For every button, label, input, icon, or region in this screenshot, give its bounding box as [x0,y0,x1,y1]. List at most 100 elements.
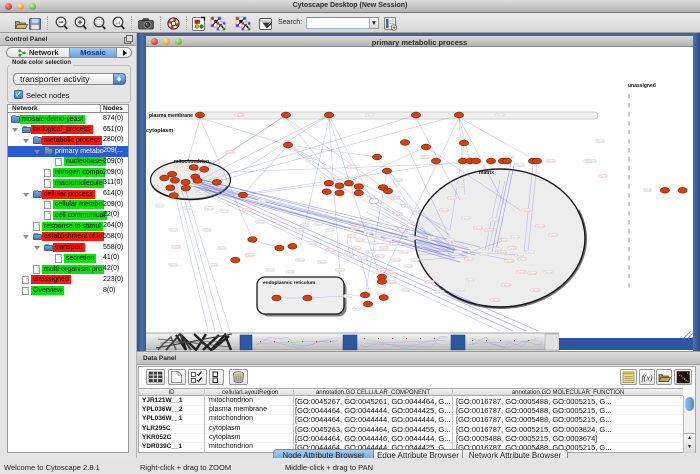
svg-text:Yxx-xx: Yxx-xx [412,208,420,212]
svg-text:Yxx-xx: Yxx-xx [391,196,399,200]
svg-text:Yxx-xx: Yxx-xx [336,268,344,272]
svg-text:Yxx-xx: Yxx-xx [596,139,604,143]
svg-text:Yxx-xx: Yxx-xx [515,253,523,257]
svg-text:Yxx-xx: Yxx-xx [197,191,205,195]
svg-text:Yxx-xx: Yxx-xx [466,278,474,282]
svg-text:Yxx-xx: Yxx-xx [522,208,530,212]
svg-text:Yxx-xx: Yxx-xx [326,248,334,252]
svg-text:f(x): f(x) [641,374,652,383]
svg-text:Yxx-xx: Yxx-xx [348,165,356,169]
svg-text:Yxx-xx: Yxx-xx [505,259,513,263]
svg-text:Yxx-xx: Yxx-xx [462,216,470,220]
svg-text:Yxx-xx: Yxx-xx [205,206,213,210]
svg-text:Yxx-xx: Yxx-xx [490,218,498,222]
svg-text:Yxx-xx: Yxx-xx [314,222,322,226]
svg-text:Yxx-xx: Yxx-xx [518,257,526,261]
svg-text:Yxx-xx: Yxx-xx [485,228,493,232]
svg-text:Yxx-xx: Yxx-xx [184,206,192,210]
svg-text:Yxx-xx: Yxx-xx [421,155,429,159]
svg-text:Yxx-xx: Yxx-xx [380,246,388,250]
svg-text:Yxx-xx: Yxx-xx [426,280,434,284]
svg-text:Yxx-xx: Yxx-xx [400,250,408,254]
svg-text:Yxx-xx: Yxx-xx [318,260,326,264]
svg-text:unassigned: unassigned [628,83,656,89]
svg-text:Yxx-xx: Yxx-xx [306,158,314,162]
svg-text:Yxx-xx: Yxx-xx [209,263,217,267]
svg-text:Yxx-xx: Yxx-xx [517,270,525,274]
svg-text:Yxx-xx: Yxx-xx [436,290,444,294]
svg-text:Yxx-xx: Yxx-xx [508,246,516,250]
svg-text:Yxx-xx: Yxx-xx [169,263,177,267]
svg-text:Yxx-xx: Yxx-xx [392,258,400,262]
svg-text:Yxx-xx: Yxx-xx [256,220,264,224]
svg-text:Yxx-xx: Yxx-xx [411,258,419,262]
svg-text:Yxx-xx: Yxx-xx [531,288,539,292]
svg-text:endoplasmic reticulum: endoplasmic reticulum [263,280,315,286]
svg-text:Yxx-xx: Yxx-xx [296,258,304,262]
svg-text:Yxx-xx: Yxx-xx [359,256,367,260]
svg-text:matrix: matrix [479,170,494,176]
svg-text:Yxx-xx: Yxx-xx [528,271,536,275]
svg-text:Yxx-xx: Yxx-xx [373,234,381,238]
svg-text:Yxx-xx: Yxx-xx [536,224,544,228]
svg-text:1:1: 1:1 [116,21,121,25]
svg-text:Yxx-xx: Yxx-xx [266,268,274,272]
svg-text:Yxx-xx: Yxx-xx [370,241,378,245]
svg-text:Yxx-xx: Yxx-xx [243,208,251,212]
svg-text:Yxx-xx: Yxx-xx [496,113,504,117]
svg-text:Yxx-xx: Yxx-xx [351,226,359,230]
svg-text:Yxx-xx: Yxx-xx [308,241,316,245]
svg-text:Yxx-xx: Yxx-xx [498,250,506,254]
svg-text:Yxx-xx: Yxx-xx [480,252,488,256]
svg-text:Yxx-xx: Yxx-xx [549,233,557,237]
svg-text:plasma membrane: plasma membrane [149,113,193,119]
svg-text:Yxx-xx: Yxx-xx [599,174,607,178]
svg-text:Yxx-xx: Yxx-xx [643,188,651,192]
svg-text:Yxx-xx: Yxx-xx [394,178,402,182]
svg-text:Yxx-xx: Yxx-xx [258,199,266,203]
svg-text:Yxx-xx: Yxx-xx [156,204,164,208]
svg-text:Yxx-xx: Yxx-xx [405,220,413,224]
svg-text:Yxx-xx: Yxx-xx [511,235,519,239]
svg-text:Yxx-xx: Yxx-xx [456,184,464,188]
svg-text:Yxx-xx: Yxx-xx [226,150,234,154]
svg-text:Yxx-xx: Yxx-xx [203,228,211,232]
svg-text:Yxx-xx: Yxx-xx [366,250,374,254]
svg-text:Yxx-xx: Yxx-xx [169,228,177,232]
svg-text:Yxx-xx: Yxx-xx [326,228,334,232]
svg-text:Yxx-xx: Yxx-xx [474,226,482,230]
svg-text:Yxx-xx: Yxx-xx [465,257,473,261]
svg-text:Yxx-xx: Yxx-xx [348,234,356,238]
svg-text:Yxx-xx: Yxx-xx [454,250,462,254]
svg-text:Yxx-xx: Yxx-xx [344,294,352,298]
svg-text:Yxx-xx: Yxx-xx [390,242,398,246]
svg-text:Yxx-xx: Yxx-xx [428,236,436,240]
svg-text:Yxx-xx: Yxx-xx [516,163,524,167]
svg-text:Yxx-xx: Yxx-xx [397,228,405,232]
svg-text:cytoplasm: cytoplasm [146,128,173,134]
svg-text:Yxx-xx: Yxx-xx [440,208,448,212]
svg-text:Yxx-xx: Yxx-xx [588,159,596,163]
svg-text:Yxx-xx: Yxx-xx [356,238,364,242]
svg-text:Yxx-xx: Yxx-xx [394,212,402,216]
svg-text:Yxx-xx: Yxx-xx [402,204,410,208]
svg-text:Yxx-xx: Yxx-xx [296,228,304,232]
svg-text:Yxx-xx: Yxx-xx [286,270,294,274]
svg-text:Yxx-xx: Yxx-xx [404,264,412,268]
svg-text:Yxx-xx: Yxx-xx [446,238,454,242]
svg-text:Yxx-xx: Yxx-xx [218,246,226,250]
svg-text:Yxx-xx: Yxx-xx [491,298,499,302]
svg-text:Yxx-xx: Yxx-xx [353,246,361,250]
svg-text:Yxx-xx: Yxx-xx [366,113,374,117]
svg-text:Yxx-xx: Yxx-xx [175,164,183,168]
svg-text:Yxx-xx: Yxx-xx [364,230,372,234]
svg-text:Yxx-xx: Yxx-xx [526,250,534,254]
svg-text:Yxx-xx: Yxx-xx [172,245,180,249]
svg-text:Yxx-xx: Yxx-xx [502,283,510,287]
svg-text:Yxx-xx: Yxx-xx [448,196,456,200]
svg-text:Yxx-xx: Yxx-xx [220,209,228,213]
svg-text:Yxx-xx: Yxx-xx [547,159,555,163]
svg-text:Yxx-xx: Yxx-xx [401,288,409,292]
svg-text:Yxx-xx: Yxx-xx [544,270,552,274]
svg-text:Yxx-xx: Yxx-xx [301,223,309,227]
